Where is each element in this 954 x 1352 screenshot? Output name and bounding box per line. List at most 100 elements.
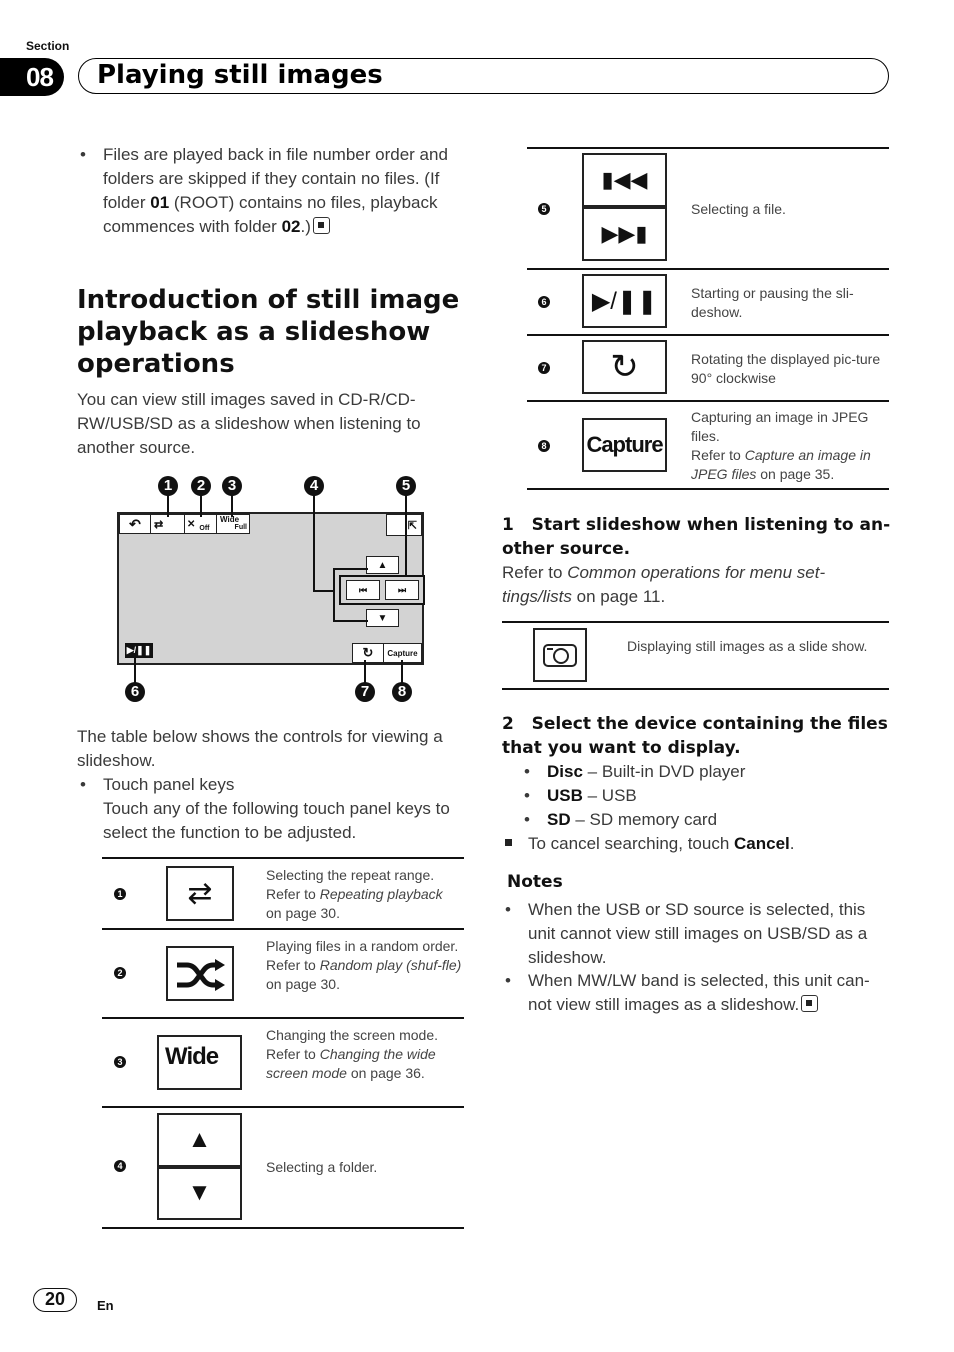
screen-display: ↶ ⇄ ✕ Off Wide Full ⇱ ▲ ⏮ ⏭ ▼ ▶/❚❚ ↻ Captu… bbox=[117, 512, 425, 665]
callout-line bbox=[134, 656, 136, 684]
wide-label: Wide bbox=[165, 1043, 219, 1070]
touch-panel-keys-title: Touch panel keys bbox=[103, 775, 235, 794]
wide-button[interactable]: Wide Full bbox=[216, 514, 250, 534]
section-heading: Introduction of still image playback as … bbox=[77, 285, 460, 379]
rotate-icon: ↻ bbox=[362, 645, 374, 660]
cancel-label: Cancel bbox=[734, 834, 790, 853]
next-file-button[interactable]: ⏭ bbox=[385, 580, 419, 600]
bullet-dot: • bbox=[505, 971, 511, 990]
callout-line bbox=[313, 495, 315, 592]
shuffle-icon: ✕ bbox=[187, 518, 196, 530]
callout-1: 1 bbox=[158, 476, 178, 496]
folder-up-button[interactable]: ▲ bbox=[366, 556, 399, 574]
folder-key: ▲ ▼ bbox=[157, 1113, 242, 1220]
end-mark-icon bbox=[801, 995, 819, 1012]
shuffle-icon bbox=[177, 958, 225, 991]
callout-line bbox=[405, 495, 407, 575]
callout-line bbox=[167, 495, 169, 517]
capture-label: Capture bbox=[586, 432, 663, 457]
callout-line bbox=[364, 660, 366, 684]
bullet-dot: • bbox=[524, 762, 530, 781]
table-row: 8 Capture Capturing an image in JPEG fil… bbox=[527, 402, 889, 490]
option-label: Disc bbox=[547, 762, 583, 781]
file-key: ▮◀◀ ▶▶▮ bbox=[582, 153, 667, 261]
step-number: 2 bbox=[502, 714, 514, 734]
section-number-badge: 08 bbox=[0, 58, 64, 96]
row-number: 2 bbox=[114, 967, 126, 979]
ref-prefix: Refer to bbox=[266, 957, 320, 973]
row-description: Capturing an image in JPEG files. Refer … bbox=[691, 408, 887, 484]
row-description: Displaying still images as a slide show. bbox=[627, 638, 868, 654]
ref-prefix: Refer to bbox=[266, 886, 320, 902]
intro-text-part: .) bbox=[300, 217, 311, 236]
repeat-icon: ⇄ bbox=[187, 877, 213, 910]
section-paragraph: You can view still images saved in CD-R/… bbox=[77, 390, 421, 457]
desc-text: Capturing an image in JPEG files. bbox=[691, 409, 869, 444]
row-number: 4 bbox=[114, 1160, 126, 1172]
repeat-button[interactable]: ⇄ bbox=[150, 514, 185, 534]
option-desc: – Built-in DVD player bbox=[582, 762, 746, 781]
repeat-icon: ⇄ bbox=[154, 518, 164, 531]
rotate-icon: ↻ bbox=[610, 348, 639, 386]
ref-prefix: Refer to bbox=[691, 447, 745, 463]
row-description: Changing the screen mode. Refer to Chang… bbox=[266, 1026, 462, 1083]
device-option-sd: SD – SD memory card bbox=[547, 808, 717, 832]
bullet-dot: • bbox=[505, 900, 511, 919]
play-pause-button[interactable]: ▶/❚❚ bbox=[125, 643, 153, 658]
table-row: 1 ⇄ Selecting the repeat range. Refer to… bbox=[102, 859, 464, 930]
table-row: 2 Playing files in a random order. Refer… bbox=[102, 930, 464, 1019]
back-icon: ↶ bbox=[129, 515, 141, 532]
table-row: 3 Wide Changing the screen mode. Refer t… bbox=[102, 1019, 464, 1108]
back-button[interactable]: ↶ bbox=[119, 514, 151, 534]
row-description: Selecting a file. bbox=[691, 201, 786, 217]
ref-suffix: on page 11. bbox=[571, 587, 666, 606]
notes-heading: Notes bbox=[507, 872, 563, 892]
table-row: 5 ▮◀◀ ▶▶▮ Selecting a file. bbox=[527, 149, 889, 270]
ref-link[interactable]: Random play (shuf-fle) bbox=[320, 957, 462, 973]
row-description: Starting or pausing the sli-deshow. bbox=[691, 285, 854, 320]
next-track-icon: ▶▶▮ bbox=[601, 221, 648, 246]
cancel-prefix: To cancel searching, touch bbox=[528, 834, 735, 853]
repeat-key: ⇄ bbox=[166, 866, 234, 921]
device-option-disc: Disc – Built-in DVD player bbox=[547, 760, 745, 784]
ref-prefix: Refer to bbox=[502, 563, 568, 582]
callout-bracket bbox=[333, 568, 368, 570]
expand-button[interactable]: ⇱ bbox=[386, 514, 422, 536]
callout-line bbox=[200, 495, 202, 517]
row-number: 6 bbox=[538, 296, 550, 308]
row-number: 7 bbox=[538, 362, 550, 374]
bullet-dot: • bbox=[524, 786, 530, 805]
folder-down-button[interactable]: ▼ bbox=[366, 609, 399, 627]
step-title: Start slideshow when listening to an-oth… bbox=[502, 515, 891, 559]
play-pause-key: ▶/❚❚ bbox=[582, 274, 667, 328]
prev-file-button[interactable]: ⏮ bbox=[346, 580, 380, 600]
slideshow-key bbox=[533, 628, 587, 682]
callout-line bbox=[401, 660, 403, 684]
camera-icon bbox=[543, 644, 577, 667]
cancel-suffix: . bbox=[789, 834, 795, 853]
row-number: 8 bbox=[538, 440, 550, 452]
cancel-instruction: To cancel searching, touch Cancel. bbox=[528, 832, 795, 856]
callout-7: 7 bbox=[355, 682, 375, 702]
rotate-key: ↻ bbox=[582, 340, 667, 394]
callout-4: 4 bbox=[304, 476, 324, 496]
option-label: USB bbox=[547, 786, 583, 805]
folder-02: 02 bbox=[281, 217, 301, 236]
step-number: 1 bbox=[502, 515, 514, 535]
ref-suffix: on page 30. bbox=[266, 905, 340, 921]
rotate-button[interactable]: ↻ bbox=[352, 643, 384, 663]
expand-icon: ⇱ bbox=[407, 519, 417, 532]
touch-panel-keys-text: Touch any of the following touch panel k… bbox=[103, 799, 450, 842]
desc-text: Selecting the repeat range. bbox=[266, 867, 435, 883]
ref-link[interactable]: Repeating playback bbox=[320, 886, 443, 902]
up-triangle-icon: ▲ bbox=[377, 559, 388, 571]
table-intro-text: The table below shows the controls for v… bbox=[77, 727, 443, 770]
play-pause-icon: ▶/❚❚ bbox=[126, 645, 152, 655]
row-description: Playing files in a random order. Refer t… bbox=[266, 937, 462, 994]
row-number: 3 bbox=[114, 1056, 126, 1068]
square-bullet-icon bbox=[505, 839, 512, 846]
end-mark-icon bbox=[312, 217, 330, 234]
step-title: Select the device containing the files t… bbox=[502, 714, 888, 758]
prev-track-icon: ⏮ bbox=[358, 584, 368, 595]
random-button[interactable]: ✕ Off bbox=[184, 514, 217, 534]
